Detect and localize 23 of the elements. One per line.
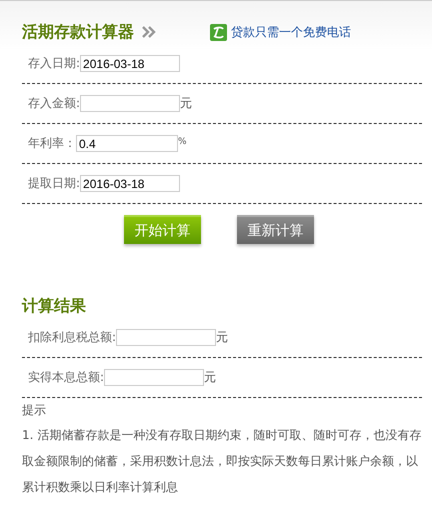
unit-label: 元 [180,95,192,112]
unit-label: 元 [216,329,228,346]
free-call-link[interactable]: 贷款只需一个免费电话 [231,24,351,40]
reset-button[interactable]: 重新计算 [237,215,314,244]
results-heading: 计算结果 [22,296,87,317]
field-label: 年利率： [28,135,76,152]
field-label: 存入日期: [28,55,80,72]
unit-label: % [178,137,187,147]
field-label: 存入金额: [28,95,80,112]
input-field[interactable]: 2016-03-18 [80,55,180,72]
field-label: 提取日期: [28,175,80,192]
calculator-title: 活期存款计算器 [22,22,134,42]
tips-heading: 提示 [22,402,47,419]
tip-paragraph: 1. 活期储蓄存款是一种没有存取日期约束，随时可取、随时可存，也没有存取金额限制的储蓄，采用积数计息法，即按实际天数每日累计账户余额，以累计积数乘以日利率计算利息 [22,427,422,496]
result-field[interactable] [116,329,216,346]
input-field[interactable]: 0.4 [76,135,178,152]
double-chevron-icon [142,26,156,38]
field-label: 扣除利息税总额: [28,329,116,346]
input-field[interactable] [80,95,180,112]
result-field[interactable] [104,369,204,386]
input-field[interactable]: 2016-03-18 [80,175,180,192]
field-label: 实得本息总额: [28,369,104,386]
unit-label: 元 [204,369,216,386]
